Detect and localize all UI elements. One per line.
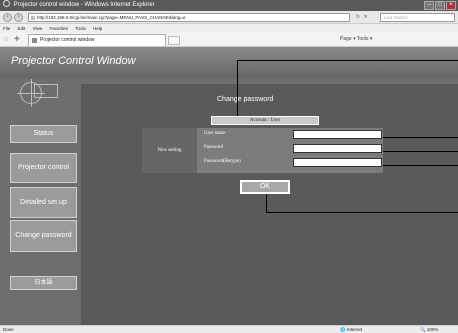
status-text: Done <box>3 327 14 332</box>
logo-crosshair-v <box>31 79 32 107</box>
sidebar-item-status[interactable]: Status <box>10 125 77 143</box>
callout-line-ok-h <box>266 212 458 213</box>
sidebar-item-japanese[interactable]: 日本語 <box>10 276 77 290</box>
zoom-level[interactable]: 🔍 100% <box>420 326 438 333</box>
password-input[interactable] <box>293 144 382 153</box>
address-text: http://192.168.0.8/cgi-bin/main.cgi?page… <box>37 15 186 20</box>
username-input[interactable] <box>293 130 382 139</box>
back-button[interactable]: ‹ <box>3 13 12 22</box>
ok-button[interactable]: OK <box>240 180 290 194</box>
sidebar-item-detailed-set-up[interactable]: Detailed set up <box>10 187 77 218</box>
tab-page-icon <box>32 38 37 43</box>
projector-page: Projector Control Window Status Projecto… <box>0 47 458 325</box>
menu-view[interactable]: View <box>33 26 43 31</box>
username-label: User name <box>204 131 226 136</box>
menu-edit[interactable]: Edit <box>18 26 26 31</box>
ie-logo-icon <box>3 0 10 7</box>
minimize-button[interactable]: – <box>424 1 434 10</box>
tab-projector-control[interactable]: Projector control window <box>28 34 166 46</box>
security-zone-label: Internet <box>346 327 363 332</box>
new-tab-button[interactable] <box>168 36 180 45</box>
menu-file[interactable]: File <box>3 26 10 31</box>
account-label: Account : User <box>211 116 319 125</box>
callout-line-username <box>383 137 458 138</box>
sidebar-item-change-password[interactable]: Change password <box>10 220 77 252</box>
window-title-bar: Projector control window - Windows Inter… <box>0 0 458 11</box>
security-zone: 🌐 Internet <box>340 327 363 332</box>
menu-help[interactable]: Help <box>93 26 102 31</box>
address-bar[interactable]: http://192.168.0.8/cgi-bin/main.cgi?page… <box>28 13 350 22</box>
app-header: Projector Control Window <box>0 47 458 78</box>
zoom-value: 100% <box>426 327 439 332</box>
close-button[interactable]: × <box>446 1 456 10</box>
callout-line-password <box>383 151 458 152</box>
page-icon <box>31 16 35 20</box>
app-title: Projector Control Window <box>11 55 136 67</box>
status-bar: Done 🌐 Internet 🔍 100% <box>0 325 458 333</box>
search-input[interactable]: Live Search <box>380 13 455 22</box>
callout-line-account-h <box>237 60 458 61</box>
password-retype-label: Password(Retype) <box>204 159 241 164</box>
logo-rect-icon <box>34 84 58 98</box>
tab-label: Projector control window <box>40 37 95 43</box>
window-title: Projector control window - Windows Inter… <box>13 2 155 8</box>
refresh-stop-icons[interactable]: ↻ ✕ <box>356 14 369 20</box>
password-retype-input[interactable] <box>293 158 382 167</box>
menu-bar: File Edit View Favorites Tools Help <box>0 24 458 33</box>
new-setting-label: New setting <box>142 128 197 173</box>
forward-button[interactable]: › <box>14 13 23 22</box>
menu-favorites[interactable]: Favorites <box>50 26 69 31</box>
password-label: Password <box>204 145 224 150</box>
page-title: Change password <box>217 96 274 103</box>
favorites-star-icon[interactable]: ☆ <box>3 35 9 43</box>
new-setting-form: New setting User name Password Password(… <box>142 128 383 173</box>
command-bar[interactable]: Page ▾ Tools ▾ <box>340 36 372 42</box>
address-row: ‹ › http://192.168.0.8/cgi-bin/main.cgi?… <box>0 11 458 24</box>
maximize-button[interactable]: □ <box>435 1 445 10</box>
tab-row: ☆ ✚ Projector control window Page ▾ Tool… <box>0 33 458 47</box>
callout-line-password-retype <box>383 165 458 166</box>
callout-line-ok-v <box>266 194 267 212</box>
menu-tools[interactable]: Tools <box>75 26 86 31</box>
callout-line-account-v <box>237 60 238 116</box>
sidebar-item-projector-control[interactable]: Projector control <box>10 153 77 183</box>
add-favorites-icon[interactable]: ✚ <box>14 35 20 43</box>
